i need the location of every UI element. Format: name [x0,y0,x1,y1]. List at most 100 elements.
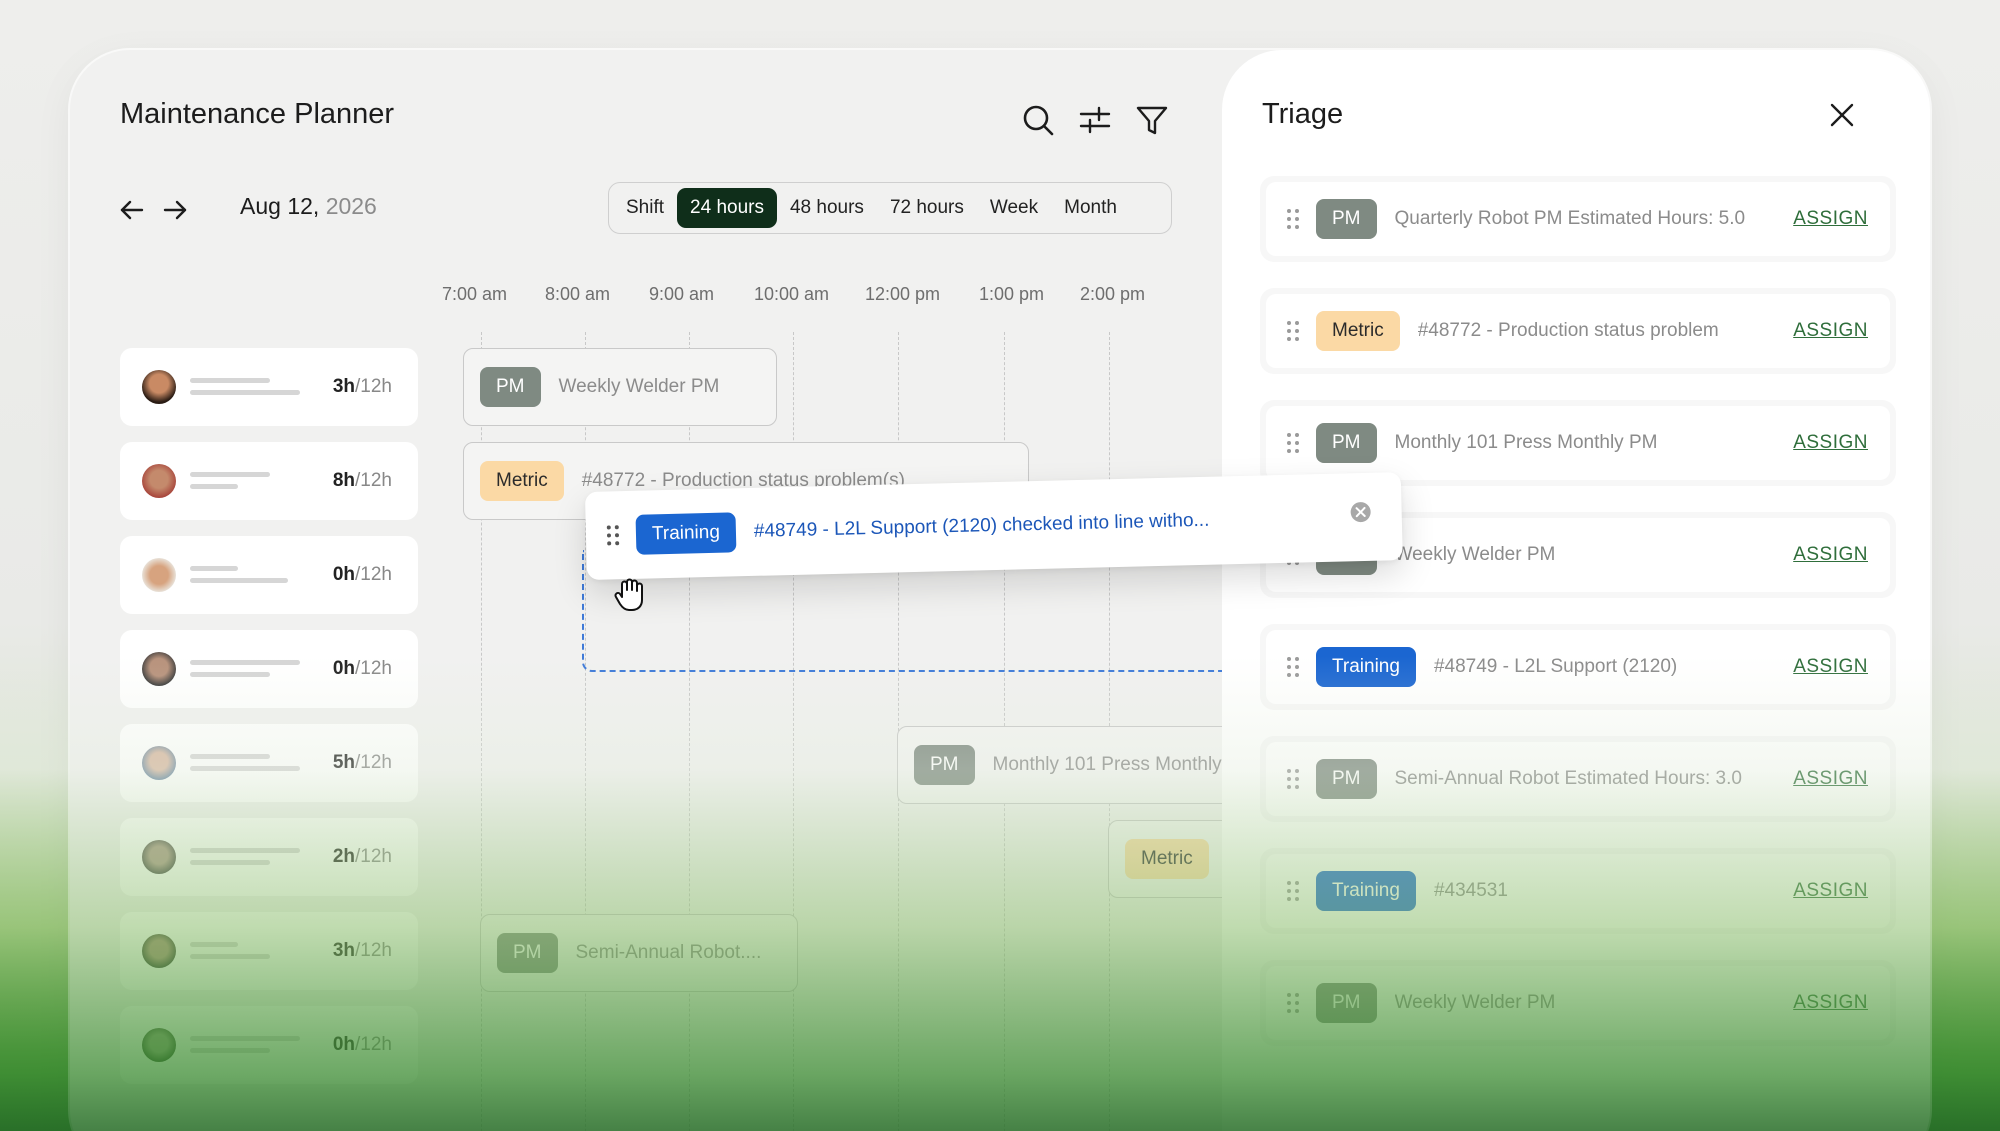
tag-metric: Metric [1316,311,1400,351]
range-72-hours[interactable]: 72 hours [877,188,977,228]
drag-handle-icon[interactable] [1286,879,1300,903]
drag-handle-icon[interactable] [606,523,621,547]
assign-link[interactable]: ASSIGN [1793,208,1868,230]
sliders-icon[interactable] [1075,100,1115,140]
hours-used: 0h/12h [333,658,392,680]
hour-label: 7:00 am [442,284,508,304]
technician-row[interactable]: 8h/12h [120,442,418,520]
assign-link[interactable]: ASSIGN [1793,768,1868,790]
drag-handle-icon[interactable] [1286,991,1300,1015]
role-placeholder [190,1048,270,1053]
avatar [142,1028,176,1062]
planner-panel: Maintenance Planner Aug 12, 2026 Shift 2… [70,50,1242,1131]
technician-row[interactable]: 0h/12h [120,1006,418,1084]
drag-handle-icon[interactable] [1286,767,1300,791]
triage-item[interactable]: Training #48749 - L2L Support (2120) ASS… [1260,624,1896,710]
close-icon[interactable] [1822,95,1862,135]
tag-training: Training [1316,871,1416,911]
filter-icon[interactable] [1132,100,1172,140]
hours-cap: /12h [355,564,392,585]
range-24-hours[interactable]: 24 hours [677,188,777,228]
drag-handle-icon[interactable] [1286,431,1300,455]
assign-link[interactable]: ASSIGN [1793,320,1868,342]
drag-handle-icon[interactable] [1286,655,1300,679]
triage-item-title: Weekly Welder PM [1394,992,1556,1013]
tag-metric: Metric [480,461,564,501]
hours-cap: /12h [355,846,392,867]
hours-cap: /12h [355,752,392,773]
arrow-left-icon[interactable] [112,190,152,230]
technician-row[interactable]: 5h/12h [120,724,418,802]
hour-label: 12:00 pm [865,284,941,304]
hour-label: 8:00 am [545,284,611,304]
assign-link[interactable]: ASSIGN [1793,880,1868,902]
hours-used: 2h/12h [333,846,392,868]
triage-item[interactable]: Metric #48772 - Production status proble… [1260,288,1896,374]
assign-link[interactable]: ASSIGN [1793,432,1868,454]
triage-item[interactable]: Training #434531 ASSIGN [1260,848,1896,934]
hour-label: 10:00 am [754,284,830,304]
tag-pm: PM [480,367,541,407]
arrow-right-icon[interactable] [155,190,195,230]
hours-value: 0h [332,1034,356,1055]
assign-link[interactable]: ASSIGN [1793,656,1868,678]
triage-item-title: Monthly 101 Press Monthly PM [1394,432,1658,453]
task-title: Weekly Welder PM [558,376,720,397]
role-placeholder [190,954,270,959]
technician-row[interactable]: 0h/12h [120,536,418,614]
triage-item-title: #48772 - Production status problem [1417,320,1719,341]
assign-link[interactable]: ASSIGN [1793,544,1868,566]
role-placeholder [190,860,270,865]
date-year: 2026 [325,193,377,219]
hours-value: 0h [332,658,356,679]
tag-pm: PM [914,745,975,785]
range-shift[interactable]: Shift [613,188,677,228]
triage-item-title: Quarterly Robot PM Estimated Hours: 5.0 [1394,208,1746,229]
triage-item[interactable]: PM Weekly Welder PM ASSIGN [1260,960,1896,1046]
role-placeholder [190,578,288,583]
technician-row[interactable]: 2h/12h [120,818,418,896]
scheduled-task[interactable]: PM Weekly Welder PM [463,348,777,426]
triage-panel: Triage PM Quarterly Robot PM Estimated H… [1222,50,1930,1131]
tag-pm: PM [1316,199,1377,239]
hours-value: 0h [332,564,356,585]
page-title: Maintenance Planner [120,98,395,130]
hours-cap: /12h [355,940,392,961]
search-icon[interactable] [1018,100,1058,140]
range-48-hours[interactable]: 48 hours [777,188,877,228]
range-selector: Shift 24 hours 48 hours 72 hours Week Mo… [608,182,1172,234]
drag-handle-icon[interactable] [1286,319,1300,343]
name-placeholder [190,942,238,947]
role-placeholder [190,390,300,395]
avatar [142,370,176,404]
technician-row[interactable]: 0h/12h [120,630,418,708]
triage-item-title: Weekly Welder PM [1394,544,1556,565]
hours-used: 0h/12h [333,1034,392,1056]
scheduled-task[interactable]: PM Monthly 101 Press Monthly PM [897,726,1237,804]
hours-used: 8h/12h [333,470,392,492]
hours-cap: /12h [355,1034,392,1055]
triage-item[interactable]: PM Quarterly Robot PM Estimated Hours: 5… [1260,176,1896,262]
drag-handle-icon[interactable] [1286,207,1300,231]
range-week[interactable]: Week [977,188,1051,228]
hours-used: 3h/12h [333,376,392,398]
avatar [142,464,176,498]
technician-row[interactable]: 3h/12h [120,912,418,990]
assign-link[interactable]: ASSIGN [1793,992,1868,1014]
technician-row[interactable]: 3h/12h [120,348,418,426]
scheduled-task[interactable]: Metric [1108,820,1238,898]
hours-used: 5h/12h [333,752,392,774]
triage-item[interactable]: PM Semi-Annual Robot Estimated Hours: 3.… [1260,736,1896,822]
scheduled-task[interactable]: PM Semi-Annual Robot.... [480,914,798,992]
name-placeholder [190,566,238,571]
dragged-task-title: #48749 - L2L Support (2120) checked into… [753,509,1210,542]
range-month[interactable]: Month [1051,188,1130,228]
avatar [142,840,176,874]
role-placeholder [190,672,270,677]
hours-value: 8h [332,470,356,491]
tag-pm: PM [1316,759,1377,799]
tag-training: Training [635,512,737,555]
clear-icon[interactable] [1349,501,1372,524]
triage-title: Triage [1262,98,1344,130]
avatar [142,652,176,686]
